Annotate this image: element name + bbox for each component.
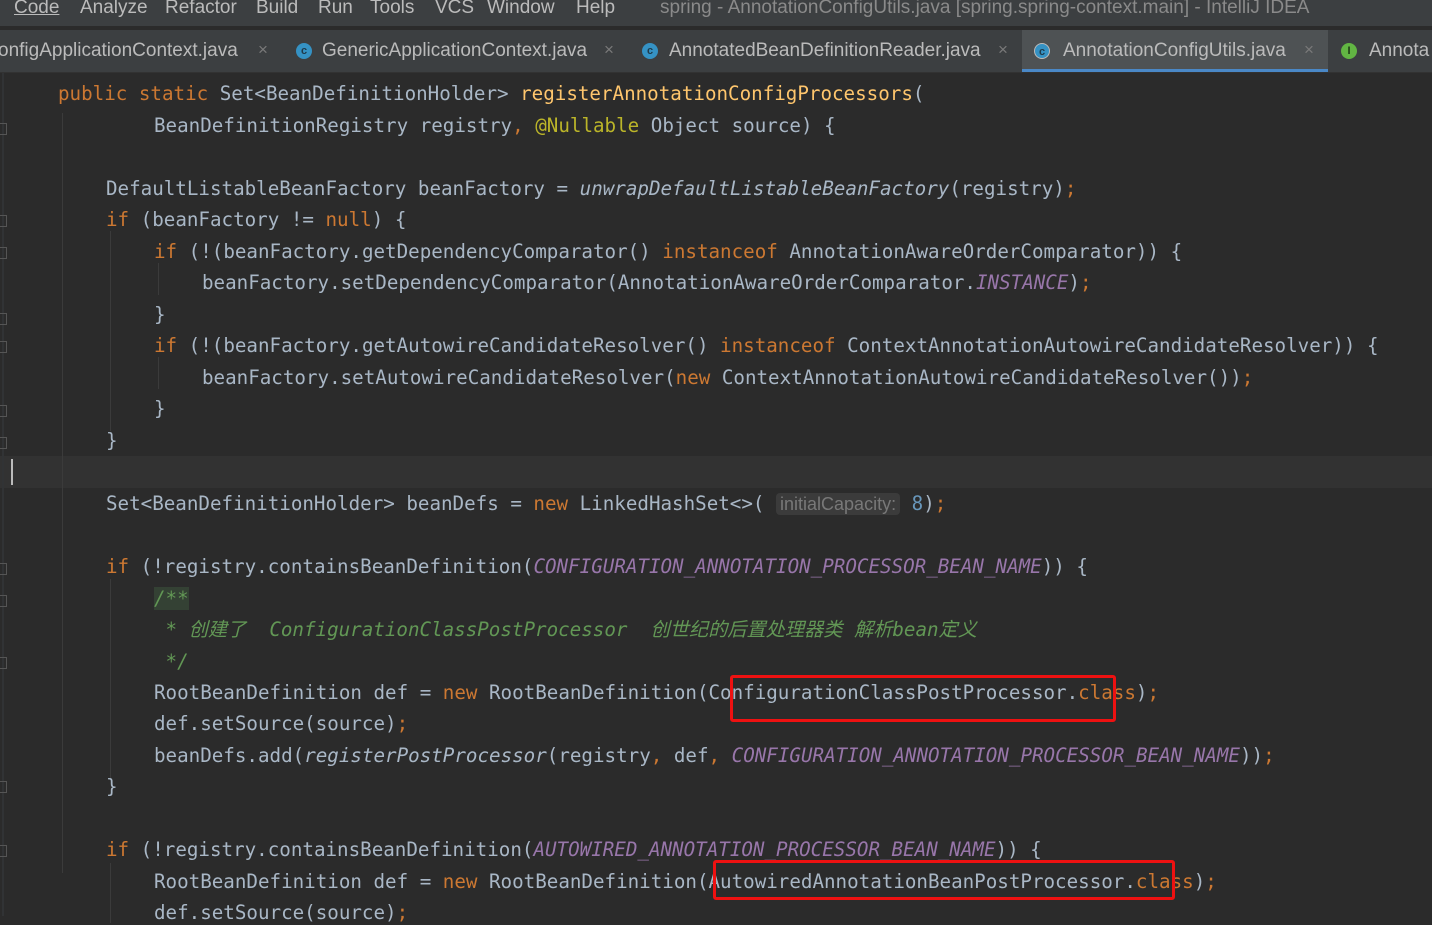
code-line-bean-defs: Set<BeanDefinitionHolder> beanDefs = new… [106,492,947,515]
tab-annotation-config-utils[interactable]: c AnnotationConfigUtils.java × [1022,30,1328,72]
fold-marker-icon[interactable] [0,563,7,575]
fold-marker-icon[interactable] [0,123,7,135]
indent-guide [158,263,159,295]
tab-close-icon[interactable]: × [258,40,268,60]
tab-label: GenericApplicationContext.java [322,40,588,61]
window-title: spring - AnnotationConfigUtils.java [spr… [660,0,1310,18]
code-line-brace: } [154,397,166,420]
code-line-if-config: if (!registry.containsBeanDefinition(CON… [106,555,1088,578]
fold-marker-icon[interactable] [0,247,7,259]
indent-guide [110,863,111,923]
code-line-method-signature: public static Set<BeanDefinitionHolder> … [58,82,925,105]
class-icon: c [296,43,312,59]
code-comment-body: * 创建了 ConfigurationClassPostProcessor 创世… [154,618,977,641]
fold-marker-icon[interactable] [0,437,7,449]
tab-close-icon[interactable]: × [1304,40,1314,60]
highlight-box-configuration-class-post-processor [730,675,1116,722]
fold-marker-icon[interactable] [0,341,7,353]
class-icon: c [642,43,658,59]
code-line-if-null: if (beanFactory != null) { [106,208,407,231]
tab-label: AnnotationConfigUtils.java [1063,40,1286,61]
tab-annotated-bean-definition-reader[interactable]: c AnnotatedBeanDefinitionReader.java × [634,30,1018,72]
code-line-brace: } [154,303,166,326]
highlight-box-autowired-annotation-bean-post-processor [713,860,1175,900]
current-line-highlight [0,456,1432,488]
fold-marker-icon[interactable] [0,215,7,227]
menu-window[interactable]: Window [487,0,555,19]
menu-code[interactable]: Code [14,0,59,19]
interface-icon: I [1341,43,1357,59]
menu-analyze[interactable]: Analyze [80,0,148,19]
tab-label: onfigApplicationContext.java [0,40,238,61]
tab-config-application-context[interactable]: onfigApplicationContext.java × [0,30,285,72]
tab-label: AnnotatedBeanDefinitionReader.java [669,40,981,61]
code-line-set-source: def.setSource(source); [154,901,409,924]
code-line-add-bean-def: beanDefs.add(registerPostProcessor(regis… [154,744,1275,767]
class-icon: c [1034,43,1050,59]
fold-marker-icon[interactable] [0,313,7,325]
menu-help[interactable]: Help [576,0,615,19]
parameter-hint: initialCapacity: [776,493,901,515]
menu-tools[interactable]: Tools [370,0,414,19]
fold-marker-icon[interactable] [0,845,7,857]
code-comment-close: */ [154,650,189,673]
code-line-if-comparator: if (!(beanFactory.getDependencyComparato… [154,240,1183,263]
code-line-set-comparator: beanFactory.setDependencyComparator(Anno… [202,271,1092,294]
editor-tab-bar: onfigApplicationContext.java × c Generic… [0,30,1432,73]
menu-build[interactable]: Build [256,0,298,19]
fold-marker-icon[interactable] [0,657,7,669]
text-caret [11,459,13,485]
menu-run[interactable]: Run [318,0,353,19]
indent-guide [158,357,159,389]
fold-marker-icon[interactable] [0,781,7,793]
indent-guide [110,579,111,779]
code-line-if-autowired: if (!registry.containsBeanDefinition(AUT… [106,838,1042,861]
code-line-params: BeanDefinitionRegistry registry, @Nullab… [154,114,836,137]
code-line-brace: } [106,429,118,452]
menu-bar: Code Analyze Refactor Build Run Tools VC… [0,0,1432,26]
tab-annotation-interface[interactable]: I Annota [1332,30,1432,72]
tab-close-icon[interactable]: × [604,40,614,60]
code-line-if-resolver: if (!(beanFactory.getAutowireCandidateRe… [154,334,1379,357]
fold-marker-icon[interactable] [0,595,7,607]
code-line-set-source: def.setSource(source); [154,712,409,735]
code-line-set-resolver: beanFactory.setAutowireCandidateResolver… [202,366,1254,389]
code-line-bean-factory: DefaultListableBeanFactory beanFactory =… [106,177,1077,200]
tab-label: Annota [1369,40,1430,61]
tab-close-icon[interactable]: × [998,40,1008,60]
code-comment-open: /** [154,587,189,610]
menu-refactor[interactable]: Refactor [165,0,237,19]
code-editor[interactable]: public static Set<BeanDefinitionHolder> … [0,73,1432,924]
tab-generic-application-context[interactable]: c GenericApplicationContext.java × [288,30,628,72]
fold-marker-icon[interactable] [0,405,7,417]
code-line-brace: } [106,775,118,798]
indent-guide [110,231,111,431]
indent-guide [62,113,63,873]
menu-vcs[interactable]: VCS [435,0,474,19]
